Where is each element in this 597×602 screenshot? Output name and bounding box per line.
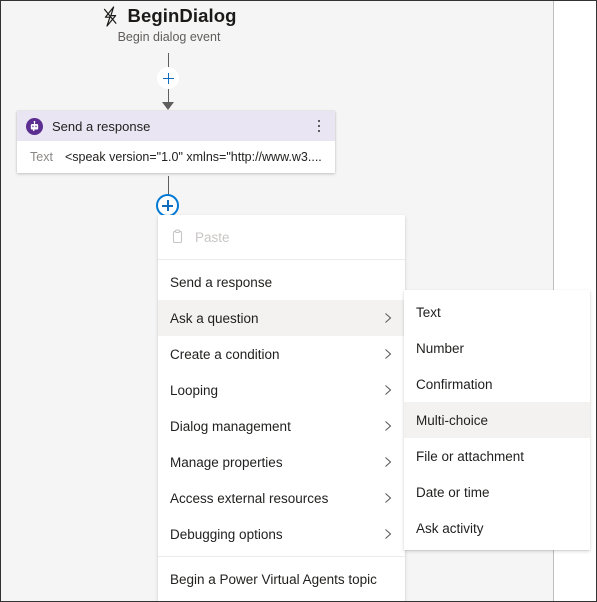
- chevron-right-icon: [383, 528, 393, 540]
- chevron-right-icon: [383, 312, 393, 324]
- card-body[interactable]: Text <speak version="1.0" xmlns="http://…: [17, 141, 335, 173]
- menu-item-label: Dialog management: [170, 418, 291, 434]
- menu-item-looping[interactable]: Looping: [158, 372, 405, 408]
- trigger-title-row: BeginDialog: [1, 5, 337, 27]
- menu-separator: [158, 556, 405, 557]
- menu-item-label: Ask a question: [170, 310, 259, 326]
- submenu-item-label: File or attachment: [416, 448, 525, 464]
- submenu-item-label: Text: [416, 304, 441, 320]
- menu-item-label: Paste: [195, 229, 230, 245]
- menu-item-paste[interactable]: Paste: [158, 219, 405, 255]
- submenu-item-label: Multi-choice: [416, 412, 489, 428]
- submenu-item-multi-choice[interactable]: Multi-choice: [404, 402, 590, 438]
- menu-separator: [158, 259, 405, 260]
- submenu-item-label: Number: [416, 340, 465, 356]
- add-node-button-top[interactable]: [157, 67, 179, 89]
- send-a-response-card[interactable]: Send a response Text <speak version="1.0…: [17, 111, 335, 173]
- submenu-item-date-or-time[interactable]: Date or time: [404, 474, 590, 510]
- menu-item-label: Manage properties: [170, 454, 283, 470]
- submenu-item-file-or-attachment[interactable]: File or attachment: [404, 438, 590, 474]
- menu-item-label: Debugging options: [170, 526, 283, 542]
- bot-icon: [26, 117, 43, 135]
- connector-line-bottom: [168, 176, 169, 195]
- menu-item-debugging-options[interactable]: Debugging options: [158, 516, 405, 552]
- menu-item-label: Access external resources: [170, 490, 329, 506]
- menu-item-manage-properties[interactable]: Manage properties: [158, 444, 405, 480]
- menu-item-access-external-resources[interactable]: Access external resources: [158, 480, 405, 516]
- submenu-item-confirmation[interactable]: Confirmation: [404, 366, 590, 402]
- kebab-menu-icon[interactable]: [311, 116, 327, 136]
- menu-item-label: Send a response: [170, 274, 273, 290]
- card-title: Send a response: [52, 118, 151, 134]
- submenu-item-label: Date or time: [416, 484, 490, 500]
- connector-line-top2: [168, 89, 169, 103]
- card-field-value: <speak version="1.0" xmlns="http://www.w…: [64, 150, 322, 164]
- menu-item-create-a-condition[interactable]: Create a condition: [158, 336, 405, 372]
- add-node-context-menu[interactable]: Paste Send a response Ask a question Cre…: [158, 215, 405, 601]
- clipboard-icon: [170, 229, 186, 245]
- menu-item-label: Begin a Power Virtual Agents topic: [170, 571, 377, 587]
- trigger-subtitle: Begin dialog event: [117, 30, 221, 44]
- submenu-item-number[interactable]: Number: [404, 330, 590, 366]
- ask-a-question-submenu[interactable]: Text Number Confirmation Multi-choice Fi…: [404, 290, 590, 550]
- menu-item-begin-a-power-virtual-agents-topic[interactable]: Begin a Power Virtual Agents topic: [158, 561, 405, 597]
- submenu-item-label: Ask activity: [416, 520, 484, 536]
- menu-item-dialog-management[interactable]: Dialog management: [158, 408, 405, 444]
- trigger-title: BeginDialog: [127, 5, 237, 26]
- plus-icon: [162, 72, 174, 84]
- submenu-item-ask-activity[interactable]: Ask activity: [404, 510, 590, 546]
- submenu-item-text[interactable]: Text: [404, 294, 590, 330]
- menu-item-label: Looping: [170, 382, 219, 398]
- card-field-label: Text: [30, 150, 53, 164]
- plus-icon: [162, 200, 173, 211]
- card-header[interactable]: Send a response: [17, 111, 335, 141]
- lightning-bolt-icon: [101, 5, 120, 27]
- submenu-item-label: Confirmation: [416, 376, 493, 392]
- chevron-right-icon: [383, 384, 393, 396]
- chevron-right-icon: [383, 420, 393, 432]
- menu-item-label: Create a condition: [170, 346, 280, 362]
- menu-item-ask-a-question[interactable]: Ask a question: [158, 300, 405, 336]
- add-node-button-active[interactable]: [156, 194, 179, 217]
- chevron-right-icon: [383, 348, 393, 360]
- dialog-authoring-canvas: BeginDialog Begin dialog event Send a re…: [0, 0, 597, 602]
- connector-arrow-top: [162, 102, 174, 110]
- chevron-right-icon: [383, 456, 393, 468]
- chevron-right-icon: [383, 492, 393, 504]
- menu-item-send-a-response[interactable]: Send a response: [158, 264, 405, 300]
- trigger-node[interactable]: BeginDialog Begin dialog event: [1, 5, 337, 44]
